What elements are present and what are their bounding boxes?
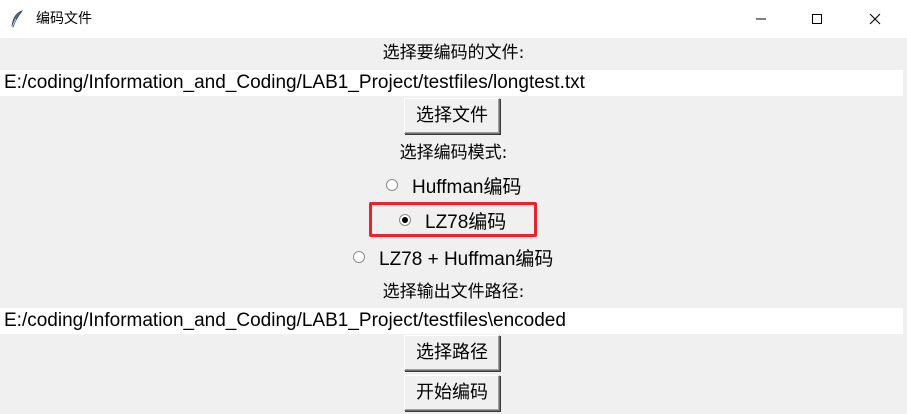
maximize-icon — [811, 13, 823, 25]
encode-file-window: 编码文件 选择要编码的文件: E:/coding/Information_and… — [0, 0, 907, 414]
radio-label-huffman: Huffman编码 — [412, 176, 522, 198]
select-file-button[interactable]: 选择文件 — [404, 98, 500, 134]
output-path-label: 选择输出文件路径: — [382, 282, 525, 302]
radio-label-lz78: LZ78编码 — [425, 211, 507, 233]
radio-huffman[interactable]: Huffman编码 — [386, 173, 522, 198]
radio-button-lz78[interactable] — [399, 214, 411, 226]
minimize-button[interactable] — [738, 0, 784, 38]
encoding-mode-label: 选择编码模式: — [399, 143, 508, 163]
feather-icon — [10, 10, 24, 28]
radio-lz78-huffman[interactable]: LZ78 + Huffman编码 — [353, 245, 554, 270]
title-bar: 编码文件 — [0, 0, 907, 38]
radio-button-lz78-huffman[interactable] — [353, 251, 365, 263]
radio-button-huffman[interactable] — [386, 179, 398, 191]
radio-label-lz78-huffman: LZ78 + Huffman编码 — [379, 248, 554, 270]
maximize-button[interactable] — [794, 0, 840, 38]
output-path-field[interactable]: E:/coding/Information_and_Coding/LAB1_Pr… — [0, 308, 903, 334]
close-icon — [869, 13, 881, 25]
close-button[interactable] — [852, 0, 898, 38]
minimize-icon — [755, 13, 767, 25]
start-encoding-button[interactable]: 开始编码 — [404, 375, 500, 411]
input-file-label: 选择要编码的文件: — [382, 43, 525, 63]
select-path-button[interactable]: 选择路径 — [404, 335, 500, 371]
radio-lz78[interactable]: LZ78编码 — [399, 208, 507, 233]
input-file-path-field[interactable]: E:/coding/Information_and_Coding/LAB1_Pr… — [0, 70, 903, 96]
window-title: 编码文件 — [36, 11, 92, 27]
